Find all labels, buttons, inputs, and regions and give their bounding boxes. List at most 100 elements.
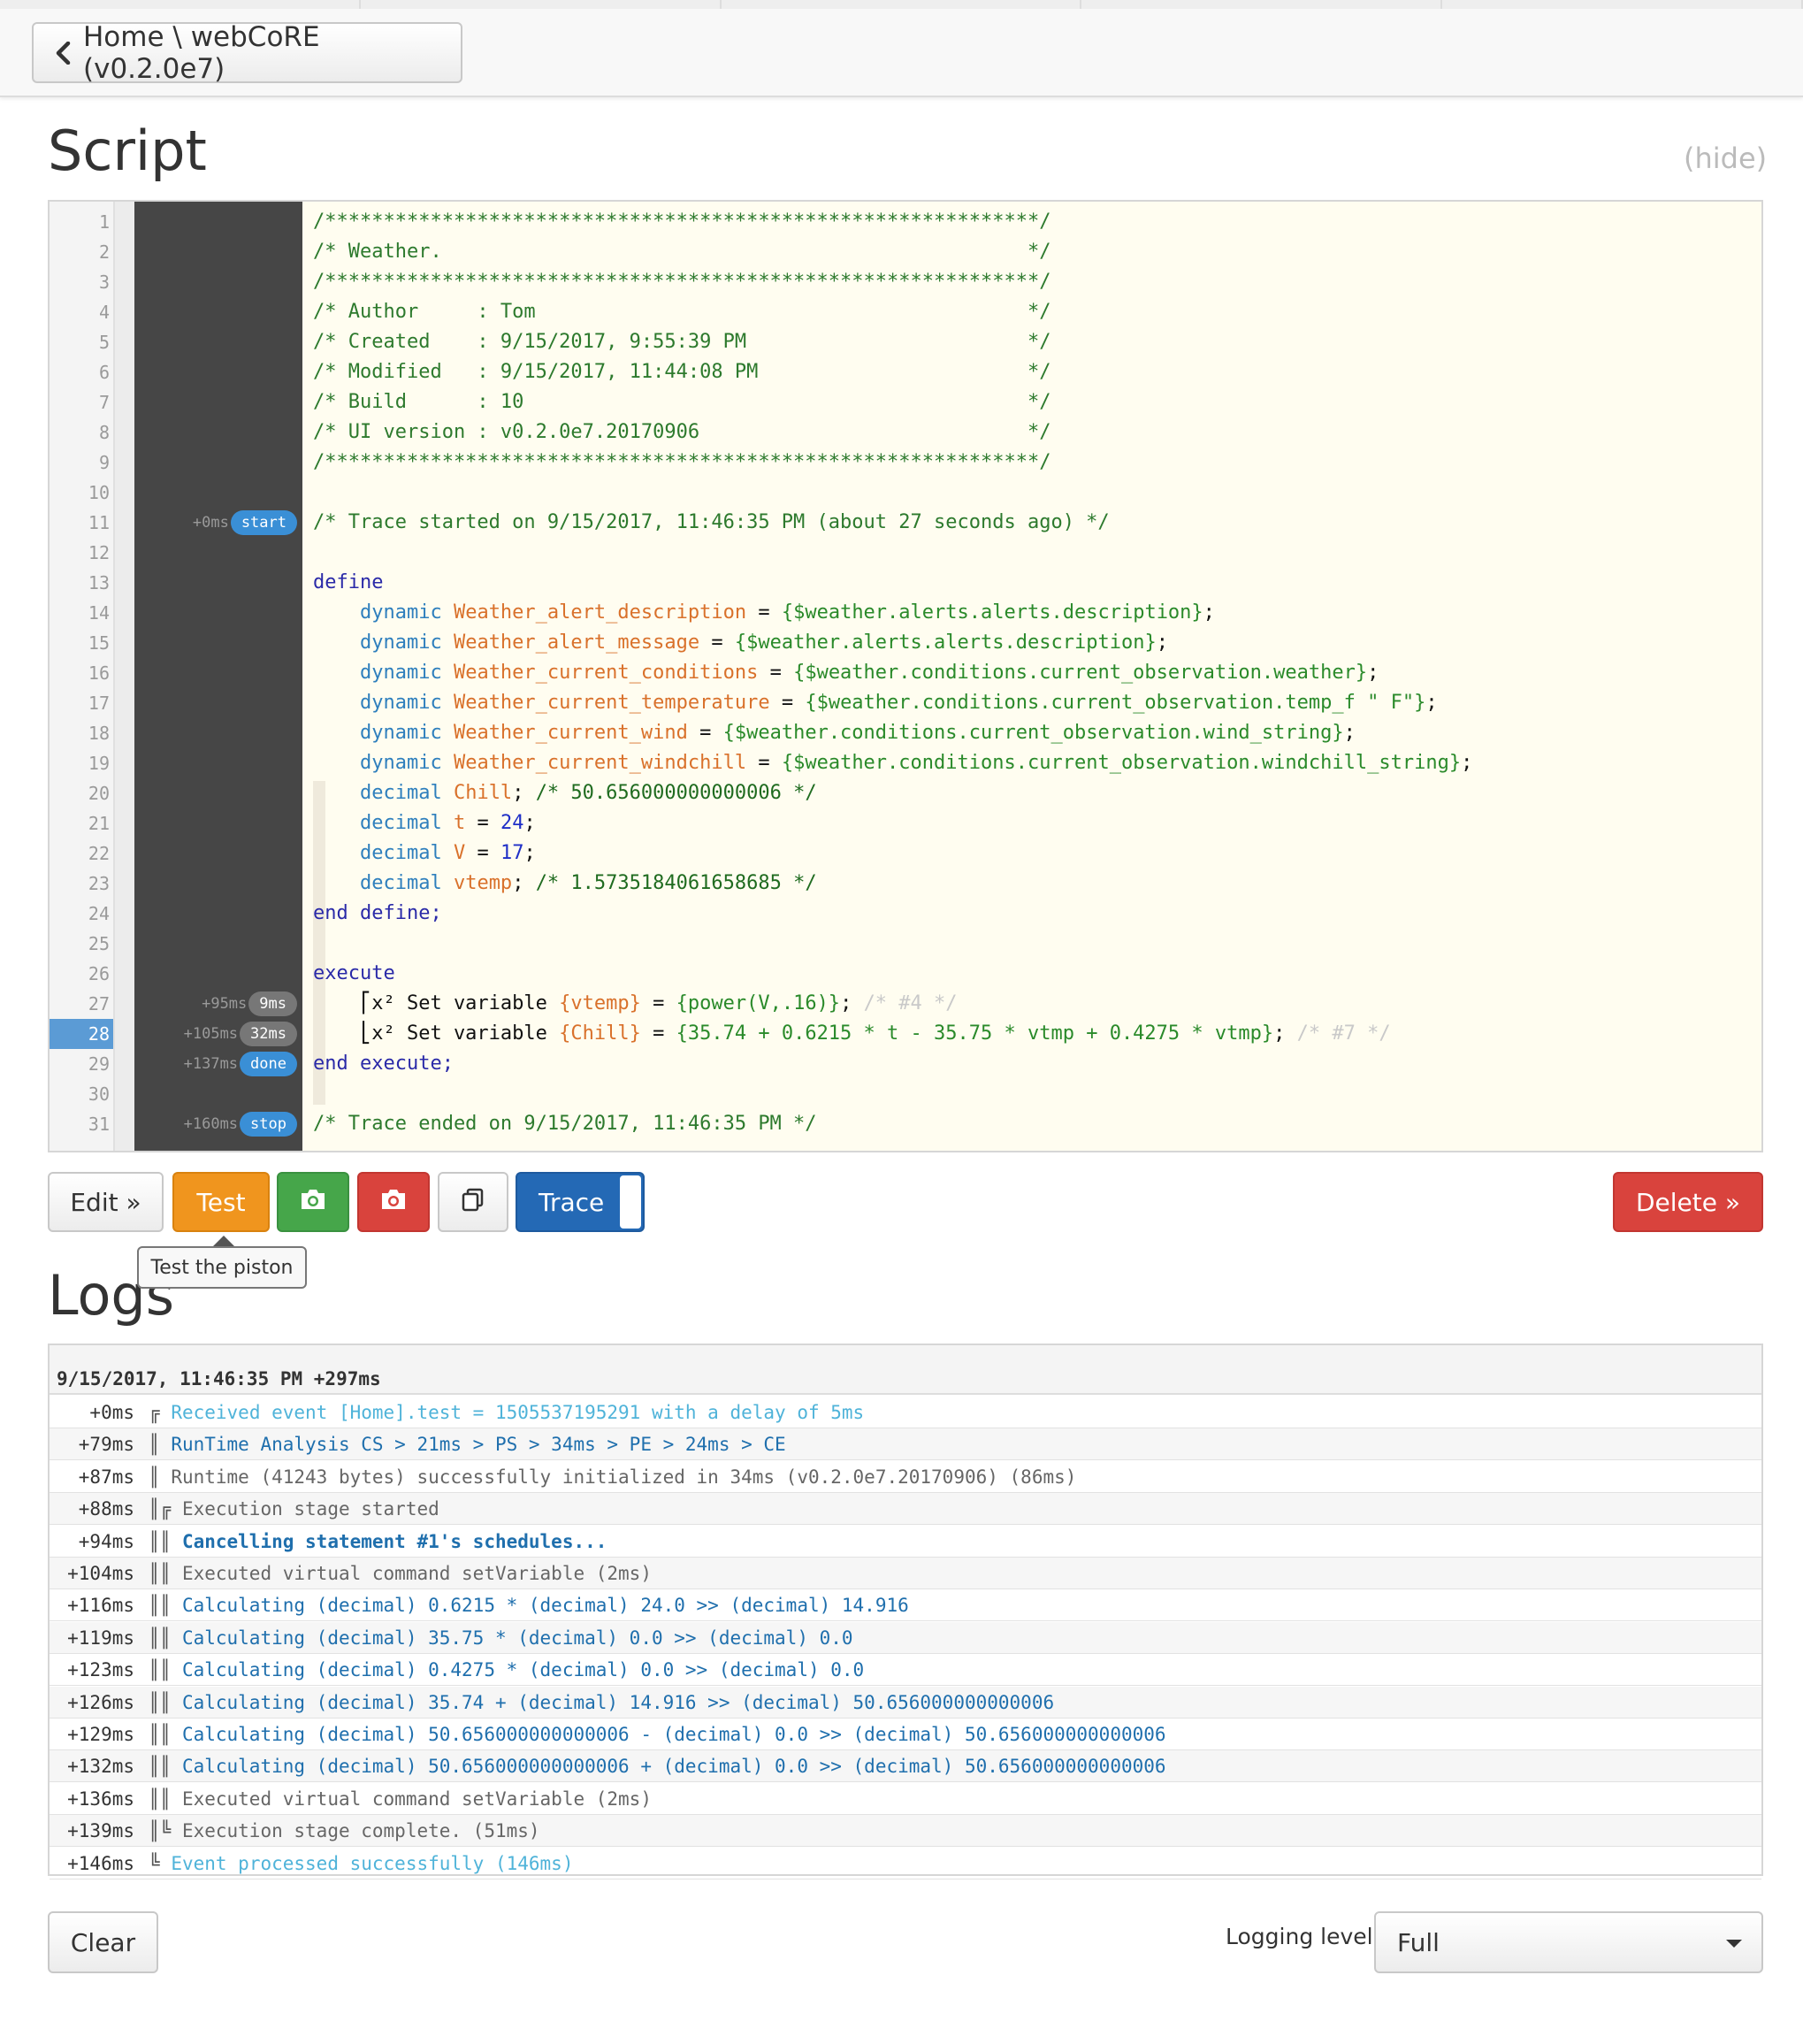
log-row: +88ms ║╔ Execution stage started xyxy=(50,1493,1761,1526)
line-number[interactable]: 6 xyxy=(50,357,110,387)
line-number[interactable]: 14 xyxy=(50,598,110,628)
top-tab[interactable] xyxy=(1081,0,1443,9)
code-token: ; xyxy=(1461,752,1473,774)
code-token: /* Author : Tom */ xyxy=(313,301,1051,323)
code-token: Chill xyxy=(453,782,513,804)
code-text: dynamic Weather_current_wind = {$weather… xyxy=(313,718,1356,748)
line-number[interactable]: 27 xyxy=(50,989,110,1019)
log-time: +79ms xyxy=(78,1434,134,1456)
code-token: /* Modified : 9/15/2017, 11:44:08 PM */ xyxy=(313,361,1051,383)
red-snapshot-button[interactable] xyxy=(357,1172,430,1232)
script-line: 6 /* Modified : 9/15/2017, 11:44:08 PM */ xyxy=(50,357,1761,387)
script-line: 20 decimal Chill; /* 50.656000000000006 … xyxy=(50,778,1761,808)
line-number[interactable]: 13 xyxy=(50,568,110,598)
code-token: end define; xyxy=(313,902,442,924)
line-number[interactable]: 26 xyxy=(50,959,110,989)
line-number[interactable]: 11 xyxy=(50,508,110,538)
script-line: 19 dynamic Weather_current_windchill = {… xyxy=(50,748,1761,778)
code-token: ; xyxy=(512,782,536,804)
top-tab[interactable] xyxy=(0,0,361,9)
line-number[interactable]: 19 xyxy=(50,748,110,778)
log-tree-prefix: ╚ xyxy=(149,1852,160,1874)
log-time: +123ms xyxy=(67,1659,134,1681)
code-token: /* #7 */ xyxy=(1296,1022,1391,1045)
trace-badge: 32ms xyxy=(240,1022,297,1046)
line-number[interactable]: 2 xyxy=(50,237,110,267)
hide-script-link[interactable]: (hide) xyxy=(1684,142,1767,175)
line-number[interactable]: 15 xyxy=(50,628,110,658)
log-text: Execution stage complete. (51ms) xyxy=(181,1820,540,1842)
code-text: dynamic Weather_current_temperature = {$… xyxy=(313,688,1438,718)
log-text: Received event [Home].test = 15055371952… xyxy=(171,1402,865,1423)
line-number[interactable]: 12 xyxy=(50,538,110,568)
line-number[interactable]: 18 xyxy=(50,718,110,748)
line-number[interactable]: 4 xyxy=(50,297,110,327)
edit-button[interactable]: Edit » xyxy=(48,1172,164,1232)
line-number[interactable]: 24 xyxy=(50,899,110,929)
script-line: 13 define xyxy=(50,568,1761,598)
line-number[interactable]: 16 xyxy=(50,658,110,688)
line-number[interactable]: 1 xyxy=(50,207,110,237)
line-number[interactable]: 22 xyxy=(50,838,110,869)
log-time: +0ms xyxy=(89,1402,134,1423)
log-row: +123ms ║║ Calculating (decimal) 0.4275 * … xyxy=(50,1654,1761,1687)
trace-badge: stop xyxy=(240,1112,297,1137)
top-tab[interactable] xyxy=(721,0,1082,9)
script-line: 5 /* Created : 9/15/2017, 9:55:39 PM */ xyxy=(50,327,1761,357)
clear-logs-button[interactable]: Clear xyxy=(48,1911,158,1973)
log-row: +146ms ╚ Event processed successfully (14… xyxy=(50,1848,1761,1879)
line-number[interactable]: 17 xyxy=(50,688,110,718)
log-message: ║ Runtime (41243 bytes) successfully ini… xyxy=(149,1461,1076,1493)
line-number[interactable]: 7 xyxy=(50,387,110,417)
line-number[interactable]: 28 xyxy=(50,1019,113,1049)
log-tree-prefix: ║║ xyxy=(149,1724,172,1745)
trace-toggle[interactable]: Trace xyxy=(516,1172,645,1232)
line-number[interactable]: 3 xyxy=(50,267,110,297)
line-number[interactable]: 23 xyxy=(50,869,110,899)
logging-level-select[interactable]: Full xyxy=(1374,1911,1763,1973)
log-row: +0ms ╔ Received event [Home].test = 15055… xyxy=(50,1397,1761,1428)
code-token: ; xyxy=(523,842,536,864)
log-time: +146ms xyxy=(67,1852,134,1874)
script-line: 3 /**************************************… xyxy=(50,267,1761,297)
line-number[interactable]: 20 xyxy=(50,778,110,808)
code-text: /* Created : 9/15/2017, 9:55:39 PM */ xyxy=(313,327,1050,357)
code-token: Weather_current_temperature xyxy=(453,692,770,714)
top-tab-strip xyxy=(0,0,1803,9)
line-number[interactable]: 21 xyxy=(50,808,110,838)
script-line: 30 xyxy=(50,1079,1761,1109)
log-message: ║║ Executed virtual command setVariable … xyxy=(149,1783,652,1815)
top-tab[interactable] xyxy=(360,0,722,9)
line-number[interactable]: 30 xyxy=(50,1079,110,1109)
top-tab[interactable] xyxy=(1442,0,1803,9)
test-button[interactable]: Test xyxy=(172,1172,270,1232)
line-number[interactable]: 5 xyxy=(50,327,110,357)
code-token: {$weather.conditions.current_observation… xyxy=(781,752,1462,774)
delete-button[interactable]: Delete » xyxy=(1613,1172,1763,1232)
line-number[interactable]: 31 xyxy=(50,1109,110,1139)
code-token: {power(V,.16)} xyxy=(676,992,841,1014)
code-token: = xyxy=(465,842,500,864)
line-number[interactable]: 25 xyxy=(50,929,110,959)
log-text: Calculating (decimal) 0.4275 * (decimal)… xyxy=(181,1659,865,1681)
code-token: {Chill} xyxy=(559,1022,641,1045)
test-tooltip: Test the piston xyxy=(137,1246,307,1289)
code-text: dynamic Weather_alert_description = {$we… xyxy=(313,598,1215,628)
code-text: /***************************************… xyxy=(313,207,1050,237)
code-text: /* Author : Tom */ xyxy=(313,297,1050,327)
script-viewer: 1 /**************************************… xyxy=(48,200,1763,1152)
green-snapshot-button[interactable] xyxy=(277,1172,349,1232)
line-number[interactable]: 9 xyxy=(50,448,110,478)
duplicate-button[interactable] xyxy=(438,1172,508,1232)
line-number[interactable]: 29 xyxy=(50,1049,110,1079)
log-time: +129ms xyxy=(67,1724,134,1745)
line-number[interactable]: 8 xyxy=(50,417,110,448)
log-time: +87ms xyxy=(78,1466,134,1488)
trace-timing: +95ms 9ms xyxy=(134,989,302,1019)
breadcrumb-back-button[interactable]: Home \ webCoRE (v0.2.0e7) xyxy=(32,21,462,85)
line-number[interactable]: 10 xyxy=(50,478,110,508)
